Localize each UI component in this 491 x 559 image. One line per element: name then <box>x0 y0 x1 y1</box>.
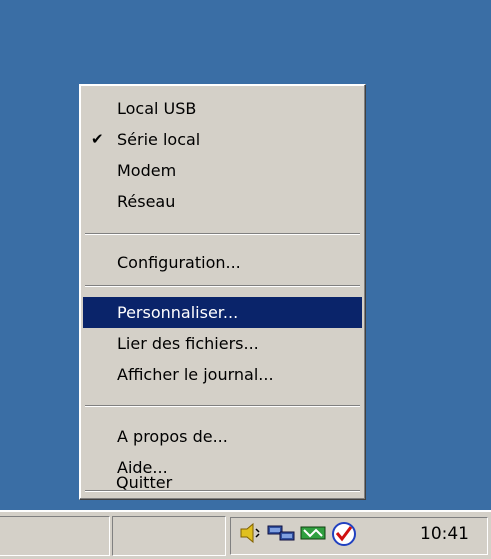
menu-item-afficher-journal[interactable]: Afficher le journal... <box>83 359 362 390</box>
menu-item-modem[interactable]: Modem <box>83 155 362 186</box>
taskbar-button[interactable] <box>112 516 226 556</box>
taskbar-button[interactable] <box>0 516 110 556</box>
menu-item-quitter[interactable]: Quitter <box>82 467 361 498</box>
menu-item-label: Réseau <box>117 192 176 211</box>
menu-separator <box>85 233 360 235</box>
menu-separator <box>85 405 360 407</box>
menu-item-a-propos[interactable]: A propos de... <box>83 421 362 452</box>
sync-icon[interactable] <box>299 521 326 545</box>
menu-item-label: Configuration... <box>117 253 241 272</box>
menu-item-reseau[interactable]: Réseau <box>83 186 362 217</box>
menu-item-label: Quitter <box>116 473 173 492</box>
menu-item-label: Série local <box>117 130 201 149</box>
menu-item-label: Local USB <box>117 99 197 118</box>
menu-item-lier-fichiers[interactable]: Lier des fichiers... <box>83 328 362 359</box>
speaker-icon[interactable] <box>239 521 263 545</box>
taskbar: 10:41 <box>0 510 491 559</box>
menu-item-label: Personnaliser... <box>117 303 239 322</box>
menu-item-label: Afficher le journal... <box>117 365 274 384</box>
system-tray: 10:41 <box>230 517 488 555</box>
menu-item-serie-local[interactable]: ✔ Série local <box>83 124 362 155</box>
menu-item-personnaliser[interactable]: Personnaliser... <box>83 297 362 328</box>
network-icon[interactable] <box>267 521 295 545</box>
menu-separator <box>85 285 360 287</box>
menu-item-local-usb[interactable]: Local USB <box>83 93 362 124</box>
menu-item-label: Modem <box>117 161 177 180</box>
tray-context-menu: Local USB ✔ Série local Modem Réseau Con… <box>79 84 366 500</box>
menu-item-label: Lier des fichiers... <box>117 334 259 353</box>
clock[interactable]: 10:41 <box>420 524 469 544</box>
app-tray-icon[interactable] <box>331 521 356 546</box>
checkmark-icon: ✔ <box>91 130 104 148</box>
menu-item-label: A propos de... <box>117 427 228 446</box>
menu-item-configuration[interactable]: Configuration... <box>83 247 362 278</box>
